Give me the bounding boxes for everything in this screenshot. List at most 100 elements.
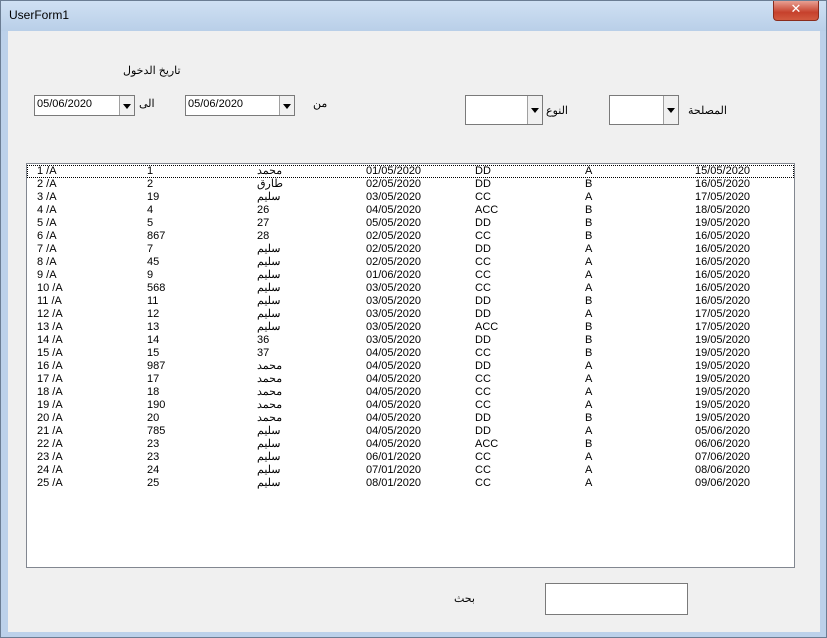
col-exit-date: 15/05/2020 [695, 165, 751, 177]
list-item[interactable]: 9 /A 9 سليم 01/06/2020 CC A 16/05/2020 [27, 269, 794, 282]
list-item[interactable]: 12 /A 12 سليم 03/05/2020 DD A 17/05/2020 [27, 308, 794, 321]
chevron-down-icon [531, 108, 539, 113]
col-exit-date: 16/05/2020 [695, 178, 751, 190]
to-date-combobox[interactable]: 05/06/2020 [34, 95, 135, 116]
col-entry-date: 04/05/2020 [366, 425, 422, 437]
col-department: B [585, 178, 593, 190]
records-listbox[interactable]: 1 /A 1 محمد 01/05/2020 DD A 15/05/2020 2 /A 2 طار… [26, 163, 795, 568]
from-date-combobox[interactable]: 05/06/2020 [185, 95, 295, 116]
col-number: 7 [147, 243, 154, 255]
list-item[interactable]: 25 /A 25 سليم 08/01/2020 CC A 09/06/2020 [27, 477, 794, 490]
list-item[interactable]: 24 /A 24 سليم 07/01/2020 CC A 08/06/2020 [27, 464, 794, 477]
col-name: 37 [257, 347, 270, 359]
list-item[interactable]: 16 /A 987 محمد 04/05/2020 DD A 19/05/2020 [27, 360, 794, 373]
list-item[interactable]: 18 /A 18 محمد 04/05/2020 CC A 19/05/2020 [27, 386, 794, 399]
to-date-dropdown-button[interactable] [119, 96, 134, 115]
col-department: B [585, 347, 593, 359]
entry-date-label: تاريخ الدخول [123, 65, 181, 77]
list-item[interactable]: 19 /A 190 محمد 04/05/2020 CC A 19/05/2020 [27, 399, 794, 412]
col-name: طارق [257, 178, 283, 190]
from-date-dropdown-button[interactable] [279, 96, 294, 115]
col-exit-date: 16/05/2020 [695, 243, 751, 255]
col-name: سليم [257, 269, 281, 281]
col-number: 987 [147, 360, 166, 372]
type-dropdown-button[interactable] [527, 96, 542, 124]
list-item[interactable]: 13 /A 13 سليم 03/05/2020 ACC B 17/05/2020 [27, 321, 794, 334]
list-item[interactable]: 14 /A 14 36 03/05/2020 DD B 19/05/2020 [27, 334, 794, 347]
col-exit-date: 19/05/2020 [695, 412, 751, 424]
col-name: سليم [257, 191, 281, 203]
search-input[interactable] [545, 583, 688, 615]
list-item[interactable]: 8 /A 45 سليم 02/05/2020 CC A 16/05/2020 [27, 256, 794, 269]
list-item[interactable]: 11 /A 11 سليم 03/05/2020 DD B 16/05/2020 [27, 295, 794, 308]
col-entry-date: 01/05/2020 [366, 165, 422, 177]
col-id: 7 /A [37, 243, 57, 255]
col-type: DD [475, 412, 491, 424]
col-name: سليم [257, 464, 281, 476]
col-type: CC [475, 399, 491, 411]
title-bar[interactable]: UserForm1 ✕ [1, 1, 826, 31]
col-exit-date: 19/05/2020 [695, 360, 751, 372]
col-name: محمد [257, 399, 283, 411]
col-entry-date: 02/05/2020 [366, 243, 422, 255]
department-dropdown-button[interactable] [663, 96, 678, 124]
col-number: 11 [147, 295, 159, 307]
list-item[interactable]: 5 /A 5 27 05/05/2020 DD B 19/05/2020 [27, 217, 794, 230]
col-number: 568 [147, 282, 166, 294]
col-department: A [585, 269, 593, 281]
col-exit-date: 08/06/2020 [695, 464, 751, 476]
close-button[interactable]: ✕ [773, 1, 819, 21]
chevron-down-icon [123, 103, 131, 109]
col-id: 17 /A [37, 373, 63, 385]
col-type: CC [475, 386, 491, 398]
col-name: 27 [257, 217, 270, 229]
col-department: A [585, 386, 593, 398]
col-name: سليم [257, 308, 281, 320]
col-exit-date: 16/05/2020 [695, 230, 751, 242]
col-department: A [585, 360, 593, 372]
col-type: DD [475, 425, 491, 437]
col-entry-date: 04/05/2020 [366, 347, 422, 359]
col-number: 2 [147, 178, 154, 190]
list-item[interactable]: 1 /A 1 محمد 01/05/2020 DD A 15/05/2020 [27, 165, 794, 178]
col-exit-date: 09/06/2020 [695, 477, 751, 489]
list-item[interactable]: 4 /A 4 26 04/05/2020 ACC B 18/05/2020 [27, 204, 794, 217]
col-entry-date: 04/05/2020 [366, 438, 422, 450]
department-combobox[interactable] [609, 95, 679, 125]
col-id: 23 /A [37, 451, 63, 463]
col-exit-date: 06/06/2020 [695, 438, 751, 450]
col-entry-date: 03/05/2020 [366, 321, 422, 333]
col-number: 18 [147, 386, 160, 398]
chevron-down-icon [283, 103, 291, 109]
list-item[interactable]: 17 /A 17 محمد 04/05/2020 CC A 19/05/2020 [27, 373, 794, 386]
col-entry-date: 07/01/2020 [366, 464, 422, 476]
list-item[interactable]: 20 /A 20 محمد 04/05/2020 DD B 19/05/2020 [27, 412, 794, 425]
col-department: A [585, 243, 593, 255]
col-id: 6 /A [37, 230, 57, 242]
col-number: 20 [147, 412, 160, 424]
list-item[interactable]: 15 /A 15 37 04/05/2020 CC B 19/05/2020 [27, 347, 794, 360]
list-item[interactable]: 21 /A 785 سليم 04/05/2020 DD A 05/06/2020 [27, 425, 794, 438]
list-item[interactable]: 10 /A 568 سليم 03/05/2020 CC A 16/05/2020 [27, 282, 794, 295]
col-type: CC [475, 269, 491, 281]
col-exit-date: 19/05/2020 [695, 217, 751, 229]
list-item[interactable]: 2 /A 2 طارق 02/05/2020 DD B 16/05/2020 [27, 178, 794, 191]
list-item[interactable]: 6 /A 867 28 02/05/2020 CC B 16/05/2020 [27, 230, 794, 243]
col-number: 17 [147, 373, 160, 385]
list-item[interactable]: 7 /A 7 سليم 02/05/2020 DD A 16/05/2020 [27, 243, 794, 256]
col-department: B [585, 230, 593, 242]
type-combobox[interactable] [465, 95, 543, 125]
col-id: 14 /A [37, 334, 63, 346]
list-item[interactable]: 22 /A 23 سليم 04/05/2020 ACC B 06/06/2020 [27, 438, 794, 451]
col-id: 5 /A [37, 217, 57, 229]
list-item[interactable]: 23 /A 23 سليم 06/01/2020 CC A 07/06/2020 [27, 451, 794, 464]
col-type: CC [475, 256, 491, 268]
col-number: 4 [147, 204, 154, 216]
col-number: 23 [147, 451, 160, 463]
col-type: CC [475, 373, 491, 385]
list-item[interactable]: 3 /A 19 سليم 03/05/2020 CC A 17/05/2020 [27, 191, 794, 204]
col-number: 785 [147, 425, 166, 437]
chevron-down-icon [667, 108, 675, 113]
col-id: 4 /A [37, 204, 57, 216]
col-department: B [585, 295, 593, 307]
